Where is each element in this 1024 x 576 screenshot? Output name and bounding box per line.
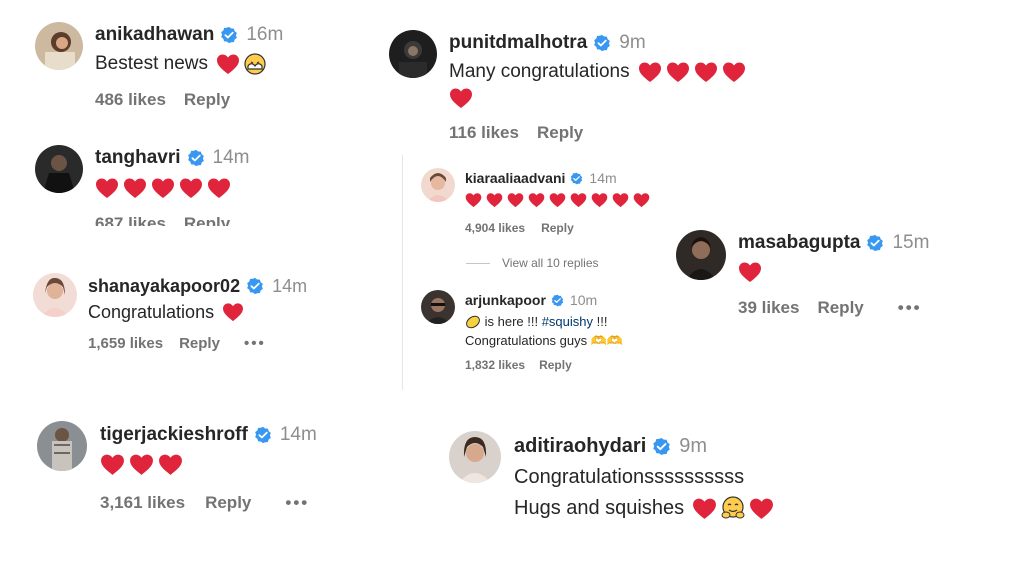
likes-count[interactable]: 3,161 likes — [100, 493, 185, 513]
verified-badge-icon — [246, 277, 264, 295]
reply-button[interactable]: Reply — [184, 90, 230, 110]
hugging-face-emoji-icon — [721, 496, 745, 520]
avatar[interactable] — [37, 421, 87, 471]
red-heart-icon — [633, 192, 650, 208]
red-heart-icon — [179, 177, 203, 199]
reply-button[interactable]: Reply — [539, 358, 572, 372]
verified-badge-icon — [220, 26, 238, 44]
view-replies-label: View all 10 replies — [502, 256, 599, 270]
divider-line — [466, 262, 490, 264]
red-heart-icon — [486, 192, 503, 208]
red-heart-icon — [95, 177, 119, 199]
more-options-icon[interactable]: ••• — [898, 298, 922, 318]
reply-button[interactable]: Reply — [179, 335, 220, 352]
hashtag-link[interactable]: #squishy — [542, 314, 593, 329]
username[interactable]: anikadhawan — [95, 24, 214, 46]
red-heart-icon — [129, 453, 154, 476]
more-options-icon[interactable]: ••• — [285, 493, 309, 513]
likes-count[interactable]: 486 likes — [95, 90, 166, 110]
timestamp: 10m — [569, 292, 598, 308]
avatar[interactable] — [421, 290, 455, 324]
lemon-emoji-icon — [465, 314, 481, 330]
comment-text: !!! — [593, 314, 608, 329]
reply-button[interactable]: Reply — [537, 123, 583, 143]
red-heart-icon — [216, 53, 240, 75]
avatar[interactable] — [421, 168, 455, 202]
red-heart-icon — [612, 192, 629, 208]
red-heart-icon — [158, 453, 183, 476]
username[interactable]: arjunkapoor — [465, 292, 546, 308]
red-heart-icon — [528, 192, 545, 208]
verified-badge-icon — [570, 172, 583, 185]
timestamp: 14m — [212, 147, 250, 168]
red-heart-icon — [570, 192, 587, 208]
likes-count[interactable]: 39 likes — [738, 298, 799, 318]
comment-text: Many congratulations — [449, 61, 630, 82]
verified-badge-icon — [187, 149, 205, 167]
verified-badge-icon — [593, 34, 611, 52]
red-heart-icon — [549, 192, 566, 208]
username[interactable]: tanghavri — [95, 147, 181, 169]
username[interactable]: masabagupta — [738, 232, 860, 254]
red-heart-icon — [638, 61, 662, 83]
avatar[interactable] — [33, 273, 77, 317]
red-heart-icon — [692, 497, 717, 520]
thread-divider — [402, 155, 403, 390]
timestamp: 16m — [246, 24, 284, 45]
avatar[interactable] — [676, 230, 726, 280]
red-heart-icon — [449, 87, 473, 109]
timestamp: 14m — [589, 170, 617, 186]
reply-button[interactable]: Reply — [541, 221, 574, 235]
timestamp: 9m — [679, 434, 708, 457]
avatar[interactable] — [35, 145, 83, 193]
red-heart-icon — [591, 192, 608, 208]
comment-text: Bestest news — [95, 53, 208, 74]
red-heart-icon — [507, 192, 524, 208]
verified-badge-icon — [551, 294, 564, 307]
avatar[interactable] — [449, 431, 501, 483]
likes-count[interactable]: 1,832 likes — [465, 358, 525, 372]
red-heart-icon — [749, 497, 774, 520]
likes-count[interactable]: 4,904 likes — [465, 221, 525, 235]
red-heart-icon — [100, 453, 125, 476]
username[interactable]: tigerjackieshroff — [100, 424, 248, 446]
red-heart-icon — [207, 177, 231, 199]
red-heart-icon — [151, 177, 175, 199]
view-all-replies-button[interactable]: View all 10 replies — [466, 256, 599, 270]
comment-text-line1: Congratulationssssssssss — [514, 465, 745, 488]
likes-count[interactable]: 116 likes — [449, 123, 519, 143]
verified-badge-icon — [866, 234, 884, 252]
hands-over-face-emoji-icon — [244, 53, 266, 75]
likes-count[interactable]: 1,659 likes — [88, 335, 163, 352]
timestamp: 15m — [892, 232, 930, 253]
red-heart-icon — [722, 61, 746, 83]
username[interactable]: aditiraohydari — [514, 435, 646, 458]
comment-text-line2: Congratulations guys 🫶🫶 — [465, 332, 624, 348]
username[interactable]: punitdmalhotra — [449, 32, 587, 54]
verified-badge-icon — [254, 426, 272, 444]
comment-text-line2: Hugs and squishes — [514, 496, 685, 519]
comment-text: is here !!! — [481, 314, 542, 329]
red-heart-icon — [123, 177, 147, 199]
red-heart-icon — [222, 302, 244, 322]
avatar[interactable] — [389, 30, 437, 78]
reply-button[interactable]: Reply — [817, 298, 863, 318]
verified-badge-icon — [652, 437, 671, 456]
red-heart-icon — [465, 192, 482, 208]
more-options-icon[interactable]: ••• — [244, 335, 266, 352]
red-heart-icon — [666, 61, 690, 83]
crop-seam — [0, 226, 400, 240]
avatar[interactable] — [35, 22, 83, 70]
comment-text: Congratulations — [88, 301, 215, 322]
timestamp: 9m — [619, 32, 646, 53]
red-heart-icon — [738, 261, 762, 283]
timestamp: 14m — [279, 424, 317, 445]
reply-button[interactable]: Reply — [205, 493, 251, 513]
red-heart-icon — [694, 61, 718, 83]
username[interactable]: kiaraaliaadvani — [465, 170, 565, 186]
username[interactable]: shanayakapoor02 — [88, 276, 240, 297]
timestamp: 14m — [272, 275, 308, 296]
